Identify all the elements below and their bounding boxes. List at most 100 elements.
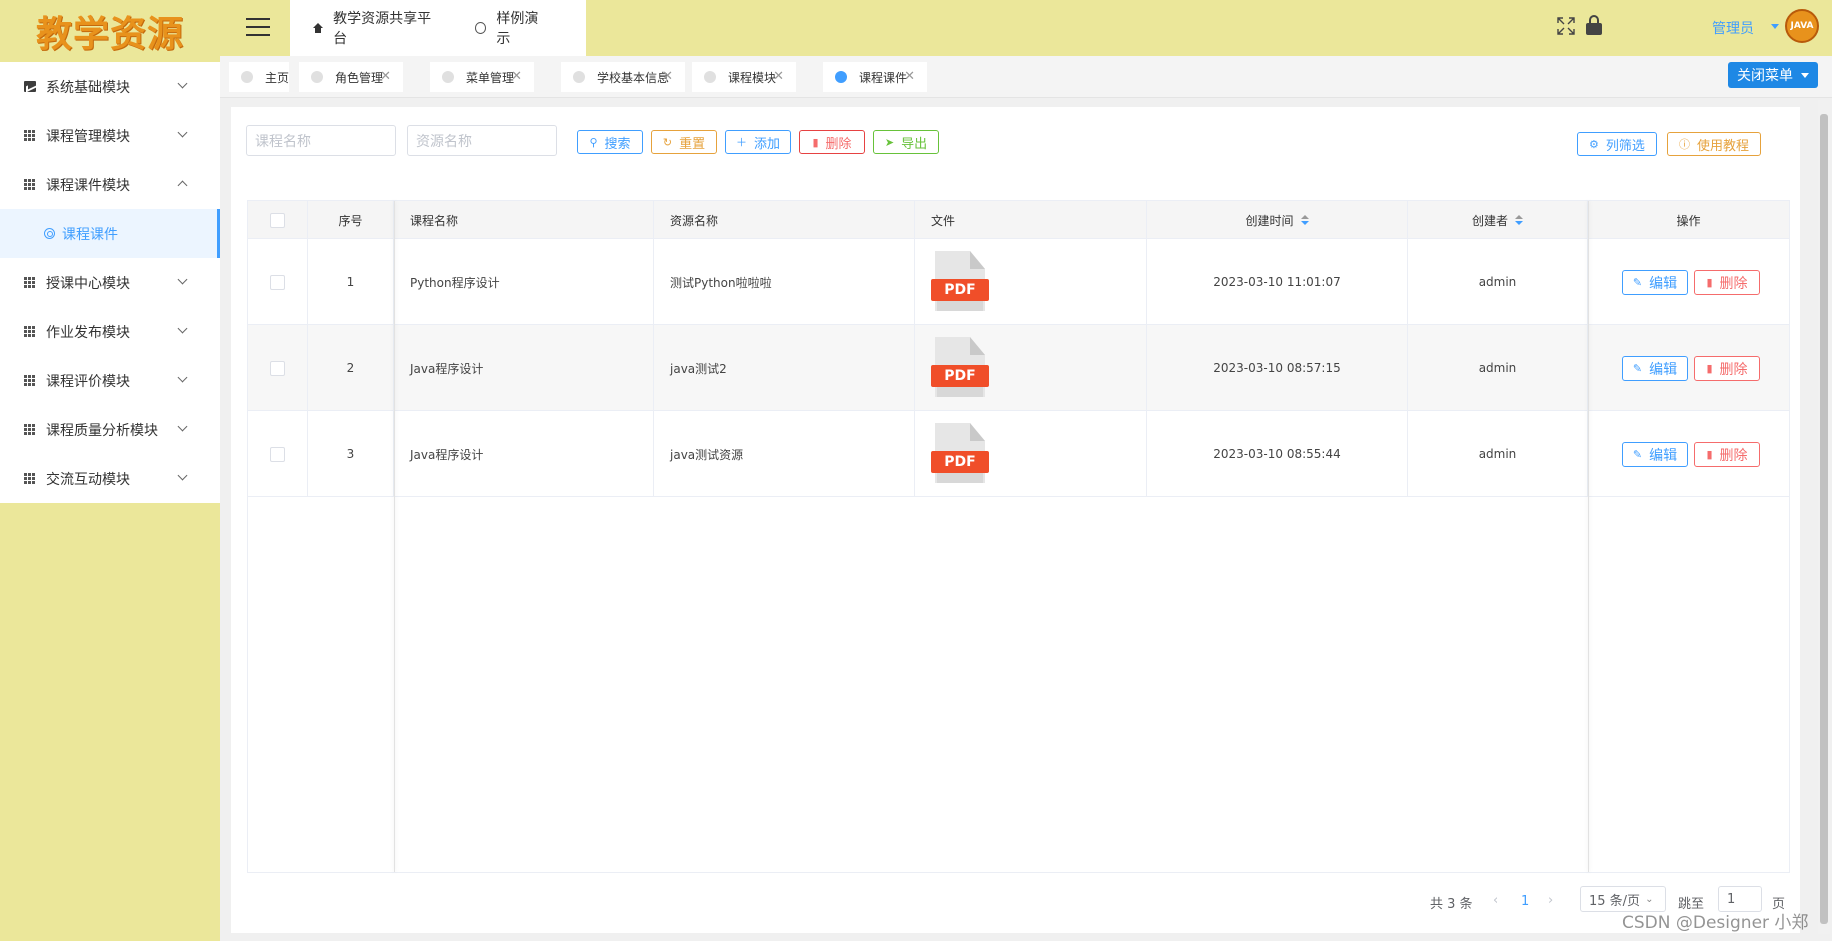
close-icon[interactable]: ✕ [380, 70, 391, 83]
tutorial-button[interactable]: ⓘ 使用教程 [1667, 132, 1761, 156]
pagination-page-1[interactable]: 1 [1521, 894, 1529, 909]
cell-index: 1 [308, 239, 394, 325]
cell-created-time: 2023-03-10 08:55:44 [1147, 411, 1408, 497]
search-button[interactable]: ⚲ 搜索 [577, 130, 643, 154]
export-label: 导出 [901, 136, 928, 152]
header-creator[interactable]: 创建者 [1408, 201, 1588, 239]
header-select-cell [248, 201, 308, 239]
tag-home[interactable]: 主页 [229, 62, 289, 92]
export-button[interactable]: ➤ 导出 [873, 130, 939, 154]
header-file: 文件 [915, 201, 1147, 239]
sidebar-item-label: 课程评价模块 [46, 373, 130, 390]
tag-courseware[interactable]: 课程课件 ✕ [823, 62, 927, 92]
edit-button[interactable]: ✎ 编辑 [1622, 270, 1688, 295]
row-checkbox[interactable] [270, 274, 285, 290]
vertical-scrollbar[interactable] [1818, 100, 1830, 934]
pdf-file-icon[interactable]: PDF [931, 337, 989, 399]
cell-file: PDF [915, 325, 1147, 411]
chevron-down-icon [177, 127, 188, 138]
sidebar-item-course-management[interactable]: 课程管理模块 [0, 111, 220, 160]
pdf-file-icon[interactable]: PDF [931, 423, 989, 485]
tag-menu-management[interactable]: 菜单管理 ✕ [430, 62, 534, 92]
close-menu-button[interactable]: 关闭菜单 [1728, 62, 1818, 88]
header-actions: 操作 [1676, 213, 1701, 228]
sidebar-item-system-basic[interactable]: 系统基础模块 [0, 62, 220, 111]
delete-label: 删除 [1719, 361, 1748, 378]
sidebar-item-homework[interactable]: 作业发布模块 [0, 307, 220, 356]
header-creator-label: 创建者 [1471, 213, 1508, 228]
header-created-label: 创建时间 [1245, 213, 1294, 228]
add-button[interactable]: ＋ 添加 [725, 130, 791, 154]
chevron-right-icon[interactable]: › [1548, 893, 1553, 908]
reset-button[interactable]: ↻ 重置 [651, 130, 717, 154]
chevron-down-icon [177, 372, 188, 383]
sort-icon[interactable] [1300, 215, 1309, 225]
chevron-down-icon [177, 323, 188, 334]
tag-bar: 主页 角色管理 ✕ 菜单管理 ✕ 学校基本信息 ✕ 课程模块 ✕ 课程课件 ✕ … [220, 56, 1832, 98]
course-name-input[interactable]: 课程名称 [246, 125, 396, 156]
row-delete-button[interactable]: ▮ 删除 [1694, 270, 1760, 295]
caret-down-icon[interactable] [1771, 24, 1779, 29]
table-row: 2 Java程序设计 java测试2 PDF 2023-03-10 08:57:… [248, 325, 1789, 411]
scrollbar-thumb[interactable] [1820, 114, 1828, 924]
column-filter-button[interactable]: ⚙ 列筛选 [1577, 132, 1657, 156]
row-checkbox[interactable] [270, 360, 285, 376]
chevron-left-icon[interactable]: ‹ [1493, 893, 1498, 908]
row-delete-button[interactable]: ▮ 删除 [1694, 356, 1760, 381]
delete-button[interactable]: ▮ 删除 [799, 130, 865, 154]
hamburger-menu-icon[interactable] [246, 18, 270, 36]
trash-icon: ▮ [1706, 362, 1713, 375]
circle-icon [44, 228, 55, 239]
admin-username[interactable]: 管理员 [1712, 18, 1754, 38]
sidebar-item-teaching-center[interactable]: 授课中心模块 [0, 258, 220, 307]
lock-icon[interactable] [1586, 15, 1602, 35]
row-delete-button[interactable]: ▮ 删除 [1694, 442, 1760, 467]
cell-actions: ✎ 编辑 ▮ 删除 [1588, 325, 1789, 411]
top-tab-platform[interactable]: 教学资源共享平台 [312, 8, 437, 48]
chevron-down-icon [177, 78, 188, 89]
reset-label: 重置 [679, 136, 706, 152]
gear-icon: ⚙ [1589, 137, 1599, 151]
top-header: 教学资源共享平台 样例演示 管理员 JAVA [220, 0, 1832, 56]
tag-role-management[interactable]: 角色管理 ✕ [299, 62, 403, 92]
pdf-label: PDF [931, 451, 989, 473]
sidebar-item-label: 课程课件模块 [46, 177, 130, 194]
pdf-file-icon[interactable]: PDF [931, 251, 989, 313]
delete-label: 删除 [1719, 447, 1748, 464]
fullscreen-icon[interactable] [1556, 16, 1576, 36]
header-created-time[interactable]: 创建时间 [1147, 201, 1408, 239]
row-checkbox[interactable] [270, 446, 285, 462]
tag-label: 菜单管理 [466, 70, 515, 85]
courseware-table: 序号 课程名称 资源名称 文件 创建时间 创建者 操作 1 Python程序设计… [247, 200, 1790, 873]
cell-resource-name: 测试Python啦啦啦 [654, 239, 915, 325]
sidebar-item-label: 授课中心模块 [46, 275, 130, 292]
trash-icon: ▮ [812, 135, 819, 149]
sidebar-item-courseware[interactable]: 课程课件模块 [0, 160, 220, 209]
caret-down-icon [1801, 72, 1809, 78]
close-menu-label: 关闭菜单 [1737, 68, 1793, 84]
edit-button[interactable]: ✎ 编辑 [1622, 356, 1688, 381]
resource-name-input[interactable]: 资源名称 [407, 125, 557, 156]
sort-icon[interactable] [1515, 215, 1523, 225]
tag-dot-icon [573, 71, 585, 83]
sidebar-item-communication[interactable]: 交流互动模块 [0, 454, 220, 503]
main-panel: 课程名称 资源名称 ⚲ 搜索 ↻ 重置 ＋ 添加 ▮ 删除 ➤ 导出 ⚙ 列筛选… [231, 107, 1800, 933]
tag-school-info[interactable]: 学校基本信息 ✕ [561, 62, 685, 92]
tag-course-module[interactable]: 课程模块 ✕ [692, 62, 796, 92]
sidebar-subitem-courseware[interactable]: 课程课件 [0, 209, 220, 258]
edit-button[interactable]: ✎ 编辑 [1622, 442, 1688, 467]
close-icon[interactable]: ✕ [662, 70, 673, 83]
select-all-checkbox[interactable] [270, 212, 285, 228]
row-select-cell [248, 239, 308, 325]
close-icon[interactable]: ✕ [511, 70, 522, 83]
top-tab-label: 教学资源共享平台 [333, 11, 432, 47]
sidebar-item-evaluation[interactable]: 课程评价模块 [0, 356, 220, 405]
avatar[interactable]: JAVA [1785, 9, 1819, 43]
cell-creator: admin [1408, 239, 1588, 325]
close-icon[interactable]: ✕ [904, 70, 915, 83]
sidebar-item-label: 系统基础模块 [46, 79, 130, 96]
sidebar-item-quality-analysis[interactable]: 课程质量分析模块 [0, 405, 220, 454]
top-tab-demo[interactable]: 样例演示 [475, 8, 548, 48]
close-icon[interactable]: ✕ [773, 70, 784, 83]
tag-dot-icon [311, 71, 323, 83]
